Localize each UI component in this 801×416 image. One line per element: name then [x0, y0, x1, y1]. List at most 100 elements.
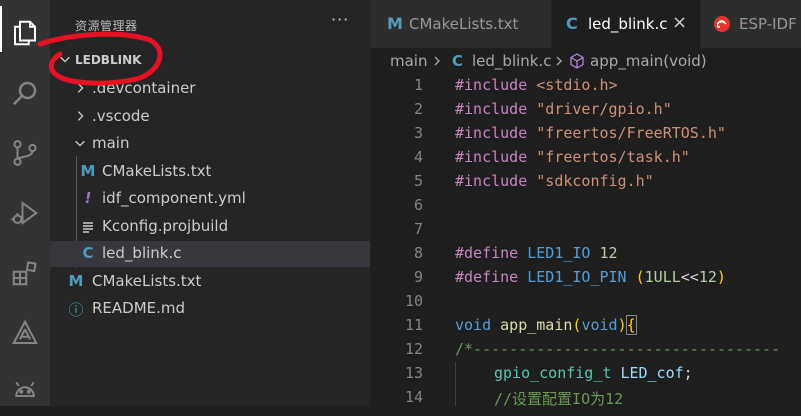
close-tab-button[interactable]: × — [672, 12, 687, 33]
tree-file-kconfig[interactable]: Kconfig.projbuild — [50, 214, 370, 240]
line-number: 3 — [413, 124, 423, 142]
line-number: 5 — [413, 172, 423, 190]
tree-folder-devcontainer[interactable]: .devcontainer — [50, 76, 370, 102]
tree-file-idf-component[interactable]: ! idf_component.yml — [50, 186, 370, 212]
preprocessor-keyword: #include — [455, 76, 528, 94]
code-editor[interactable]: 1 #include <stdio.h> 2 #include "driver/… — [370, 74, 801, 406]
line-number: 10 — [404, 292, 423, 310]
preprocessor-keyword: #include — [455, 148, 528, 166]
esp-idf-icon[interactable] — [0, 308, 50, 358]
line-number: 14 — [404, 388, 423, 406]
return-type: void — [455, 316, 492, 334]
line-number: 7 — [413, 220, 423, 238]
code-line: 6 — [370, 194, 801, 218]
line-number: 11 — [404, 316, 423, 334]
function-name: app_main — [500, 316, 573, 334]
tree-item-label: README.md — [92, 299, 186, 317]
code-line: 14 //设置配置IO为12 — [370, 386, 801, 406]
include-path: "freertos/task.h" — [536, 148, 690, 166]
tab-cmakelists[interactable]: M CMakeLists.txt — [370, 0, 551, 48]
source-control-icon[interactable] — [0, 128, 50, 178]
macro-value: 12 — [698, 268, 717, 286]
extensions-icon[interactable] — [0, 248, 50, 298]
code-line: 8 #define LED1_IO 12 — [370, 242, 801, 266]
line-number: 1 — [413, 76, 423, 94]
include-path: <stdio.h> — [536, 76, 618, 94]
include-path: "driver/gpio.h" — [536, 100, 672, 118]
code-line: 7 — [370, 218, 801, 242]
tree-item-label: main — [92, 134, 130, 152]
shift-operator: << — [680, 268, 699, 286]
explorer-sidebar: 资源管理器 ··· LEDBLINK .devcontainer .vscode… — [50, 0, 370, 406]
code-line: 13 gpio_config_t LED_cof; — [370, 362, 801, 386]
cmake-file-icon: M — [68, 272, 84, 290]
explorer-title: 资源管理器 — [75, 19, 138, 33]
preprocessor-keyword: #include — [455, 124, 528, 142]
chevron-right-icon — [556, 56, 562, 66]
tree-item-label: led_blink.c — [102, 244, 182, 262]
breadcrumb-file[interactable]: led_blink.c — [472, 52, 551, 70]
line-number: 2 — [413, 100, 423, 118]
android-icon[interactable] — [0, 366, 50, 416]
code-line: 3 #include "freertos/FreeRTOS.h" — [370, 122, 801, 146]
code-line: 10 — [370, 290, 801, 314]
include-path: "sdkconfig.h" — [536, 172, 654, 190]
tab-esp-idf[interactable]: ESP-IDF — [701, 0, 801, 48]
macro-name: LED1_IO — [527, 244, 591, 262]
project-section-header[interactable]: LEDBLINK — [50, 48, 370, 74]
tree-file-root-cmakelists[interactable]: M CMakeLists.txt — [50, 269, 370, 295]
editor-tab-bar: M CMakeLists.txt C led_blink.c × ESP-IDF — [370, 0, 801, 48]
tree-file-led-blink[interactable]: C led_blink.c — [50, 241, 370, 267]
tab-label: ESP-IDF — [739, 15, 797, 33]
info-icon: ⓘ — [68, 301, 84, 319]
code-line: 11 void app_main(void){ — [370, 314, 801, 338]
preprocessor-keyword: #include — [455, 100, 528, 118]
cmake-file-icon: M — [80, 162, 96, 180]
tree-item-label: Kconfig.projbuild — [102, 217, 229, 235]
breadcrumb: main C led_blink.c app_main(void) — [370, 48, 801, 74]
run-debug-icon[interactable] — [0, 188, 50, 238]
tree-item-label: CMakeLists.txt — [102, 162, 212, 180]
preprocessor-keyword: #include — [455, 172, 528, 190]
method-icon — [570, 53, 584, 69]
c-file-icon: C — [82, 244, 94, 262]
tree-item-label: .devcontainer — [92, 79, 196, 97]
line-number: 13 — [404, 364, 423, 382]
line-number: 9 — [413, 268, 423, 286]
variable-name: LED_cof — [620, 364, 684, 382]
search-icon[interactable] — [0, 68, 50, 118]
chevron-right-icon — [77, 83, 84, 93]
open-paren: ( — [635, 268, 645, 286]
code-line: 12 /*---------------------------------- — [370, 338, 801, 362]
semicolon: ; — [683, 364, 693, 382]
chevron-down-icon — [60, 56, 70, 63]
tree-folder-vscode[interactable]: .vscode — [50, 104, 370, 130]
tree-file-readme[interactable]: ⓘ README.md — [50, 296, 370, 322]
c-file-icon: C — [566, 14, 578, 33]
cmake-file-icon: M — [387, 14, 403, 33]
close-paren: ) — [617, 316, 627, 334]
tab-led-blink[interactable]: C led_blink.c × — [552, 0, 700, 48]
tab-label: led_blink.c — [588, 15, 668, 33]
tree-folder-main[interactable]: main — [50, 131, 370, 157]
activity-bar — [0, 0, 50, 406]
line-number: 8 — [413, 244, 423, 262]
more-actions-button[interactable]: ··· — [331, 10, 349, 29]
open-brace: { — [625, 315, 637, 335]
breadcrumb-folder[interactable]: main — [390, 52, 427, 70]
text-file-icon — [83, 222, 93, 233]
code-line: 9 #define LED1_IO_PIN (1ULL<<12) — [370, 266, 801, 290]
comment: //设置配置IO为12 — [494, 390, 624, 406]
type-name: gpio_config_t — [494, 364, 612, 382]
chevron-right-icon — [77, 111, 84, 121]
tree-file-main-cmakelists[interactable]: M CMakeLists.txt — [50, 159, 370, 185]
chevron-right-icon — [434, 56, 440, 66]
explorer-icon[interactable] — [0, 8, 50, 58]
comment: /*---------------------------------- — [455, 340, 781, 358]
param-type: void — [581, 316, 618, 334]
project-name: LEDBLINK — [75, 53, 142, 67]
chevron-down-icon — [75, 140, 85, 147]
yaml-file-icon: ! — [84, 189, 92, 207]
breadcrumb-symbol[interactable]: app_main(void) — [590, 52, 707, 70]
esp-idf-icon — [714, 16, 730, 32]
